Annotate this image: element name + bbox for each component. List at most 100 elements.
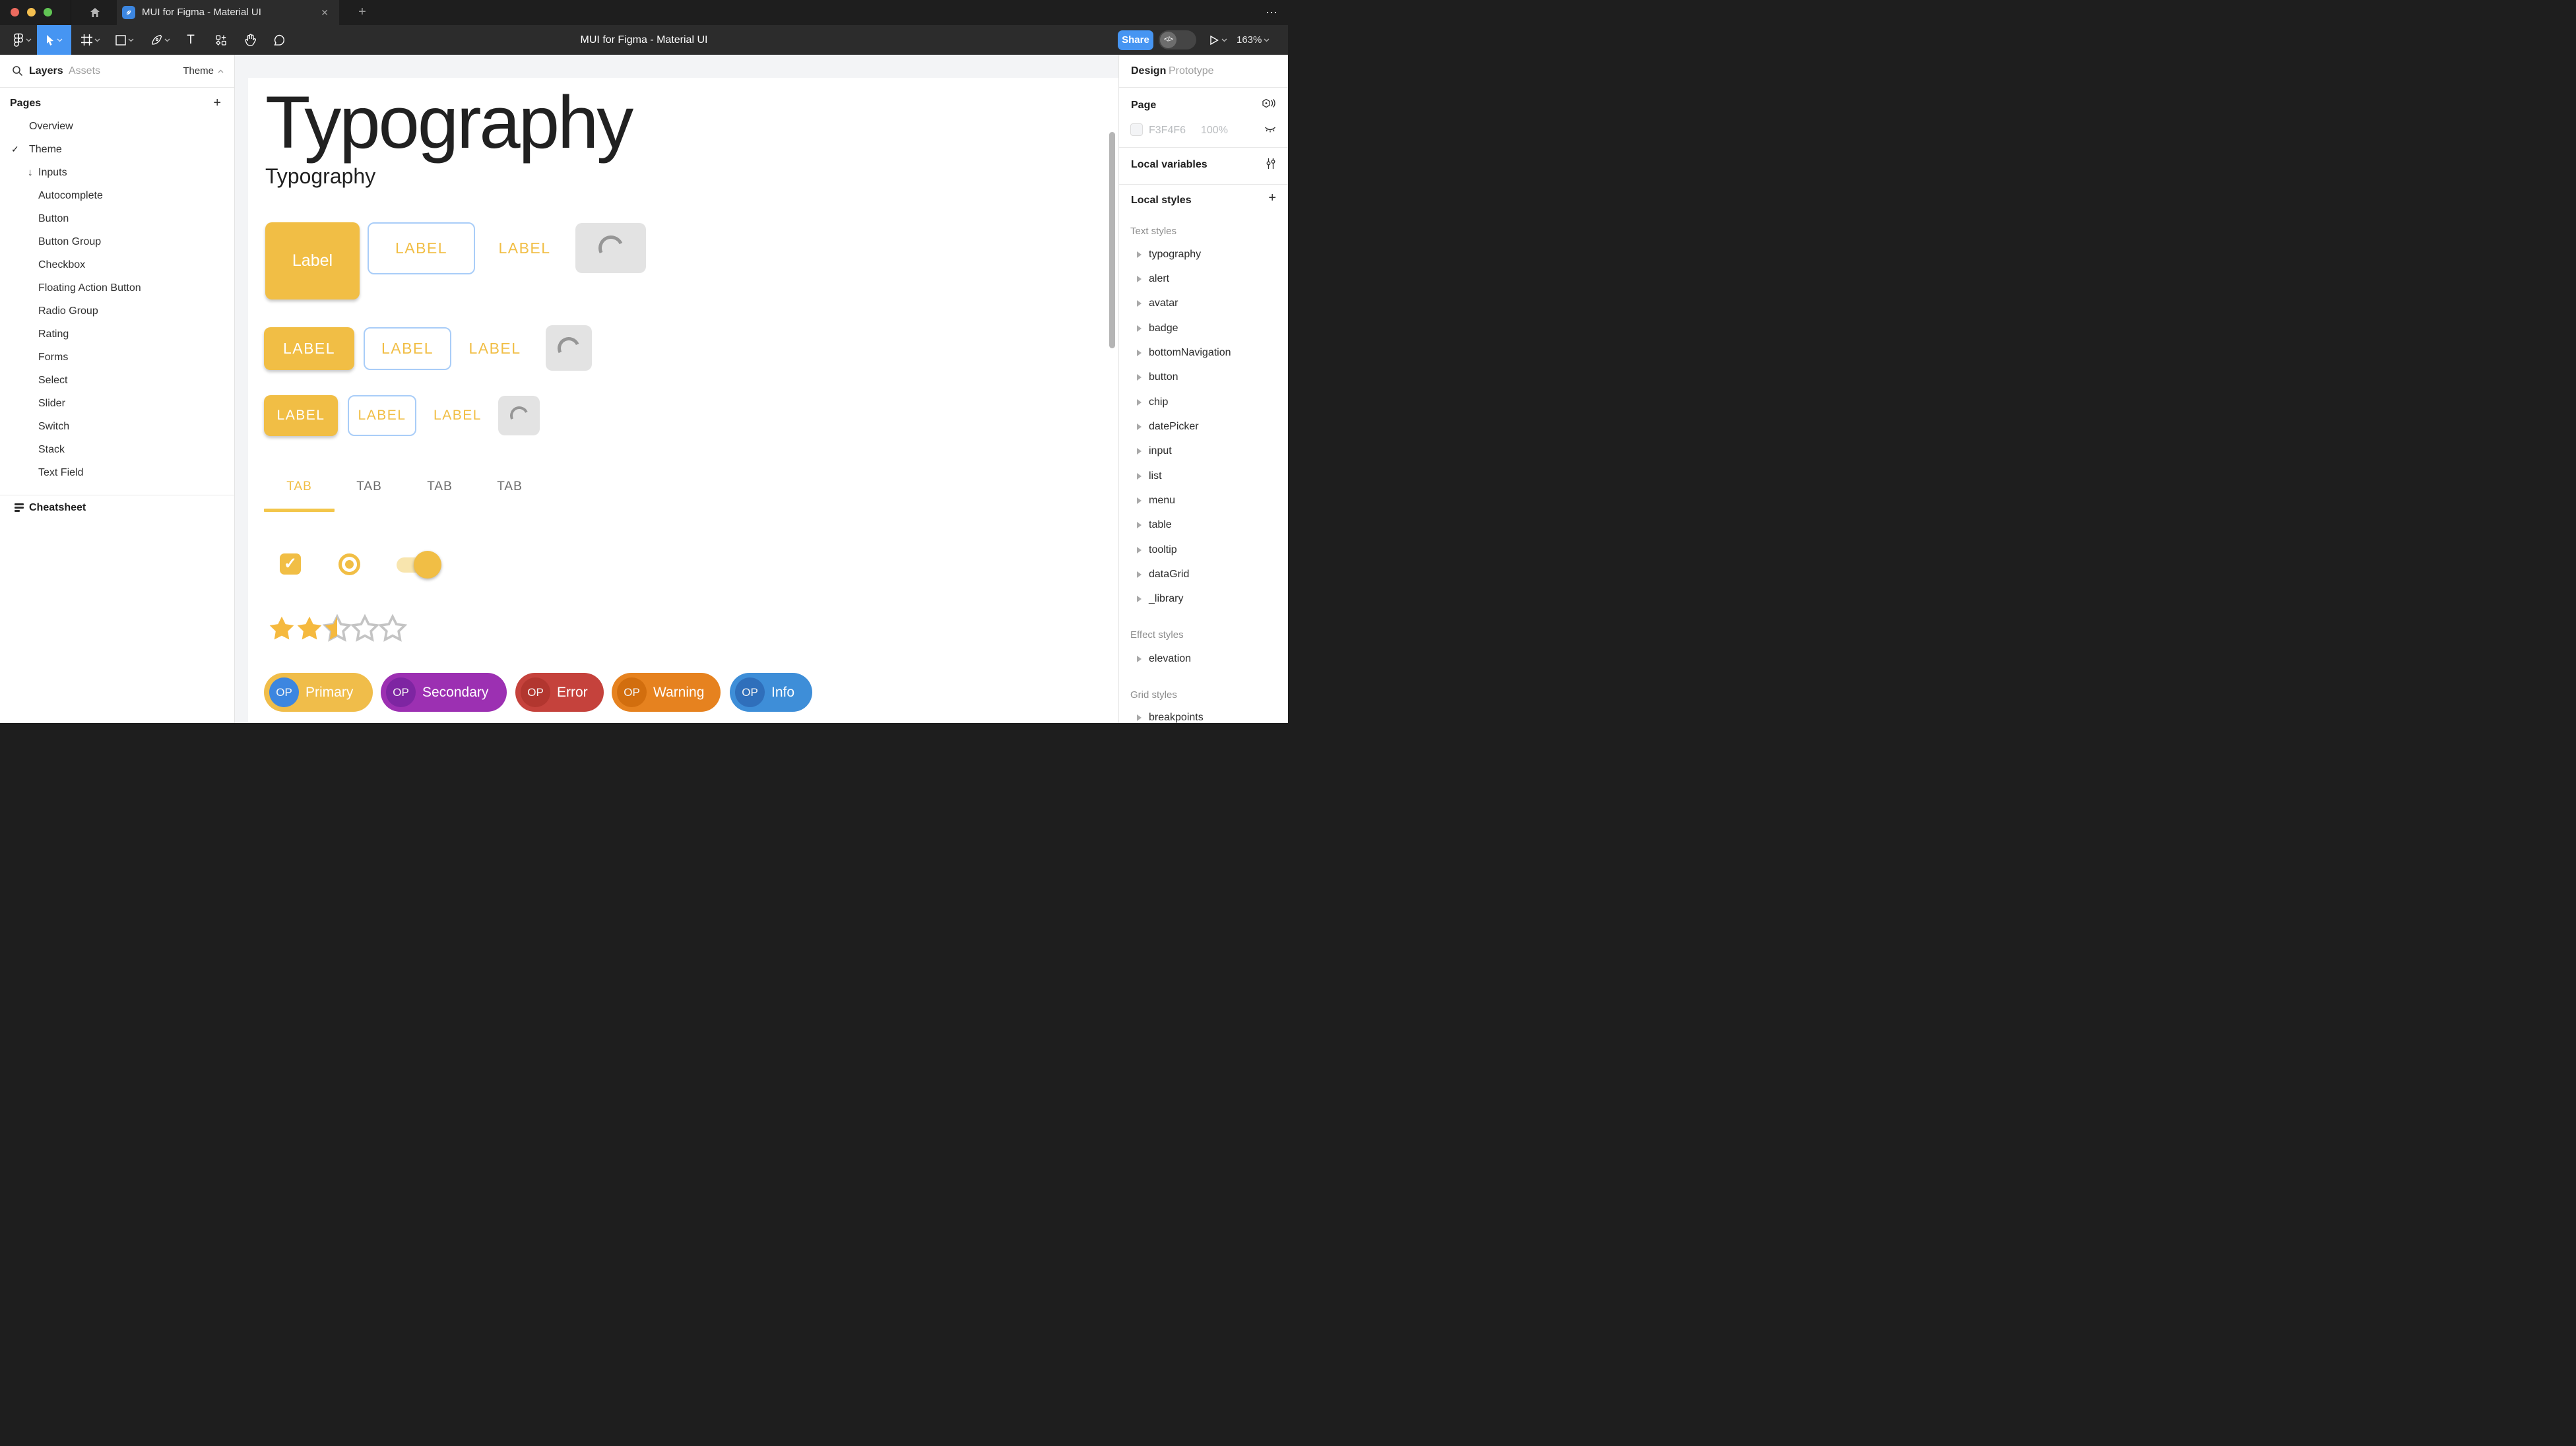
text-style-input[interactable]: input — [1119, 441, 1288, 461]
text-button-large[interactable]: LABEL — [492, 222, 558, 274]
zoom-menu-button[interactable]: 163% — [1237, 25, 1270, 55]
disclosure-triangle-icon[interactable] — [1137, 325, 1142, 332]
hand-tool-button[interactable] — [238, 25, 263, 55]
sidebar-item-switch[interactable]: Switch — [0, 415, 234, 438]
frame-tool-button[interactable] — [77, 25, 104, 55]
dev-mode-toggle[interactable]: </> — [1159, 30, 1196, 49]
shape-tool-button[interactable] — [111, 25, 139, 55]
text-style-avatar[interactable]: avatar — [1119, 294, 1288, 313]
star-half-icon[interactable] — [323, 614, 352, 643]
sidebar-item-theme[interactable]: ✓Theme — [0, 138, 234, 161]
traffic-close-button[interactable] — [11, 8, 19, 16]
disclosure-triangle-icon[interactable] — [1137, 448, 1142, 455]
tab-close-icon[interactable]: ✕ — [321, 0, 329, 25]
home-button[interactable] — [74, 0, 116, 25]
cheatsheet-button[interactable]: Cheatsheet — [0, 495, 234, 520]
chip-warning[interactable]: OP Warning — [612, 673, 721, 712]
add-style-button[interactable]: + — [1268, 191, 1276, 206]
text-button-medium[interactable]: LABEL — [462, 327, 528, 370]
disclosure-triangle-icon[interactable] — [1137, 276, 1142, 282]
checkbox-checked[interactable]: ✓ — [280, 553, 301, 575]
text-tool-button[interactable]: T — [179, 25, 202, 55]
page-color-opacity[interactable]: 100% — [1201, 125, 1228, 137]
disclosure-triangle-icon[interactable] — [1137, 522, 1142, 528]
disclosure-triangle-icon[interactable] — [1137, 300, 1142, 307]
text-style-button[interactable]: button — [1119, 367, 1288, 387]
contained-button-medium[interactable]: LABEL — [264, 327, 354, 370]
mui-tab-4[interactable]: TAB — [474, 471, 545, 503]
chip-error[interactable]: OP Error — [515, 673, 604, 712]
tab-layers[interactable]: Layers — [29, 55, 63, 88]
text-style-typography[interactable]: typography — [1119, 245, 1288, 265]
chip-info[interactable]: OP Info — [730, 673, 812, 712]
page-color-swatch[interactable] — [1130, 123, 1143, 136]
tab-prototype[interactable]: Prototype — [1169, 55, 1213, 88]
disclosure-triangle-icon[interactable] — [1137, 497, 1142, 504]
switch-thumb-on[interactable] — [414, 551, 441, 579]
text-style-bottomnavigation[interactable]: bottomNavigation — [1119, 343, 1288, 363]
sidebar-item-forms[interactable]: Forms — [0, 346, 234, 369]
loading-button-medium[interactable] — [546, 325, 592, 371]
main-menu-button[interactable] — [8, 25, 37, 55]
sidebar-item-select[interactable]: Select — [0, 369, 234, 392]
outlined-button-large[interactable]: LABEL — [368, 222, 475, 274]
outlined-button-medium[interactable]: LABEL — [364, 327, 451, 370]
search-icon[interactable] — [12, 65, 23, 77]
text-style-menu[interactable]: menu — [1119, 491, 1288, 511]
mui-tab-active[interactable]: TAB — [264, 471, 335, 503]
disclosure-triangle-icon[interactable] — [1137, 571, 1142, 578]
sidebar-item-radio-group[interactable]: Radio Group — [0, 299, 234, 323]
disclosure-triangle-icon[interactable] — [1137, 473, 1142, 480]
page-switcher[interactable]: Theme — [183, 55, 224, 88]
traffic-zoom-button[interactable] — [44, 8, 52, 16]
text-style-badge[interactable]: badge — [1119, 319, 1288, 338]
text-style-chip[interactable]: chip — [1119, 393, 1288, 412]
text-style-datagrid[interactable]: dataGrid — [1119, 565, 1288, 584]
disclosure-triangle-icon[interactable] — [1137, 374, 1142, 381]
add-page-button[interactable]: + — [213, 94, 221, 113]
text-style-table[interactable]: table — [1119, 515, 1288, 535]
new-tab-button[interactable]: + — [350, 0, 375, 25]
tab-design[interactable]: Design — [1131, 55, 1166, 88]
chip-secondary[interactable]: OP Secondary — [381, 673, 507, 712]
text-style-datepicker[interactable]: datePicker — [1119, 417, 1288, 437]
disclosure-triangle-icon[interactable] — [1137, 714, 1142, 721]
disclosure-triangle-icon[interactable] — [1137, 547, 1142, 553]
star-full-icon[interactable] — [295, 614, 324, 643]
disclosure-triangle-icon[interactable] — [1137, 656, 1142, 662]
eye-hidden-icon[interactable] — [1264, 125, 1276, 137]
loading-button-small[interactable] — [498, 396, 540, 435]
star-empty-icon[interactable] — [378, 614, 407, 643]
disclosure-triangle-icon[interactable] — [1137, 596, 1142, 602]
chip-primary[interactable]: OP Primary — [264, 673, 373, 712]
sidebar-item-text-field[interactable]: Text Field — [0, 461, 234, 484]
star-empty-icon[interactable] — [350, 614, 379, 643]
active-file-tab[interactable]: MUI for Figma - Material UI ✕ — [117, 0, 339, 25]
text-style-library[interactable]: _library — [1119, 589, 1288, 609]
sidebar-item-button-group[interactable]: Button Group — [0, 230, 234, 253]
contained-button-small[interactable]: LABEL — [264, 395, 338, 436]
traffic-minimize-button[interactable] — [27, 8, 36, 16]
star-full-icon[interactable] — [267, 614, 296, 643]
disclosure-triangle-icon[interactable] — [1137, 251, 1142, 258]
move-tool-button[interactable] — [37, 25, 71, 55]
sidebar-item-checkbox[interactable]: Checkbox — [0, 253, 234, 276]
overflow-menu-icon[interactable]: ⋯ — [1266, 0, 1279, 25]
sidebar-item-autocomplete[interactable]: Autocomplete — [0, 184, 234, 207]
effect-style-elevation[interactable]: elevation — [1119, 649, 1288, 669]
outlined-button-small[interactable]: LABEL — [348, 395, 416, 436]
resources-tool-button[interactable] — [209, 25, 234, 55]
loading-button-large[interactable] — [575, 223, 646, 273]
sidebar-item-overview[interactable]: Overview — [0, 115, 234, 138]
sidebar-item-slider[interactable]: Slider — [0, 392, 234, 415]
grid-style-breakpoints[interactable]: breakpoints — [1119, 708, 1288, 728]
sidebar-item-button[interactable]: Button — [0, 207, 234, 230]
comment-tool-button[interactable] — [267, 25, 292, 55]
sidebar-item-rating[interactable]: Rating — [0, 323, 234, 346]
disclosure-triangle-icon[interactable] — [1137, 350, 1142, 356]
tab-assets[interactable]: Assets — [69, 55, 100, 88]
styles-icon[interactable] — [1262, 98, 1276, 113]
canvas-scrollbar[interactable] — [1109, 132, 1115, 348]
mui-tab-3[interactable]: TAB — [404, 471, 475, 503]
disclosure-triangle-icon[interactable] — [1137, 424, 1142, 430]
